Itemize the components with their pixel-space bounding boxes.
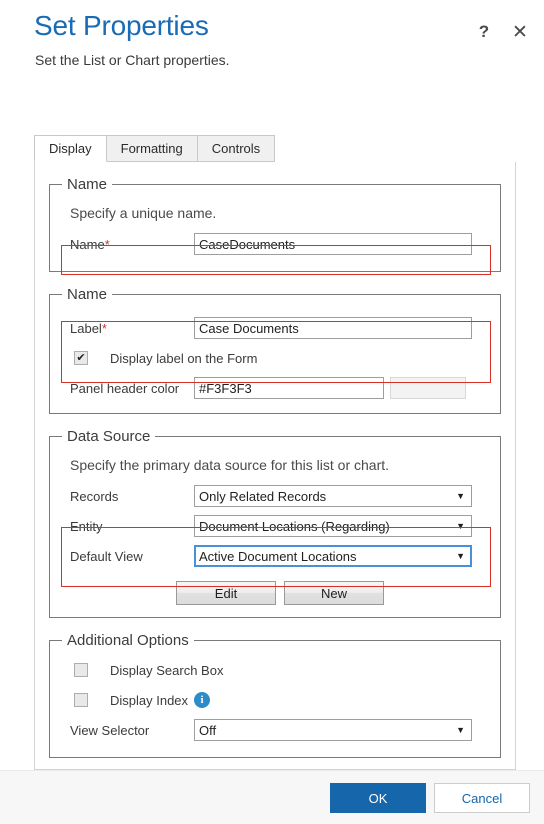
display-label-checkbox-row: Display label on the Form	[60, 343, 490, 373]
panel-header-color-swatch[interactable]	[390, 377, 466, 399]
tab-strip: Display Formatting Controls	[34, 135, 516, 163]
label-field-label-text: Label	[70, 320, 102, 336]
panel-header-color-label: Panel header color	[70, 380, 180, 396]
records-select[interactable]: Only Related Records ▼	[194, 485, 472, 507]
default-view-label: Default View	[70, 548, 143, 564]
view-selector-label: View Selector	[70, 722, 150, 738]
display-index-label: Display Index	[110, 692, 189, 708]
display-index-checkbox[interactable]	[74, 693, 88, 707]
entity-select[interactable]: Document Locations (Regarding) ▼	[194, 515, 472, 537]
new-button[interactable]: New	[284, 581, 384, 605]
close-icon[interactable]: ✕	[510, 22, 530, 43]
panel-header-color-row: Panel header color	[60, 373, 490, 403]
default-view-row: Default View Active Document Locations ▼	[60, 541, 490, 571]
chevron-down-icon: ▼	[456, 725, 465, 735]
section-data-source: Data Source Specify the primary data sou…	[49, 428, 501, 618]
display-label-checkbox[interactable]	[74, 351, 88, 365]
display-search-box-label: Display Search Box	[110, 662, 224, 678]
default-view-select-value: Active Document Locations	[199, 548, 357, 564]
data-source-button-row: Edit New	[60, 581, 490, 605]
display-index-row: Display Index i	[60, 685, 490, 715]
chevron-down-icon: ▼	[456, 491, 465, 501]
tab-controls-label: Controls	[211, 141, 261, 156]
tab-formatting[interactable]: Formatting	[105, 135, 198, 162]
name-field-row: Name*	[60, 229, 490, 259]
view-selector-select[interactable]: Off ▼	[194, 719, 472, 741]
entity-label: Entity	[70, 518, 103, 534]
display-label-checkbox-label: Display label on the Form	[110, 350, 258, 366]
display-tab-content: Name Specify a unique name. Name* Name L…	[35, 162, 515, 769]
name-field-label-text: Name	[70, 236, 105, 252]
panel-header-color-input[interactable]	[194, 377, 384, 399]
display-tab-panel: Name Specify a unique name. Name* Name L…	[34, 162, 516, 770]
tab-display[interactable]: Display	[34, 135, 107, 162]
chevron-down-icon: ▼	[456, 521, 465, 531]
records-label: Records	[70, 488, 119, 504]
label-field-row: Label*	[60, 313, 490, 343]
name-required-marker: *	[104, 236, 110, 252]
page-subtitle: Set the List or Chart properties.	[35, 52, 230, 68]
section-name-unique: Name Specify a unique name. Name*	[49, 176, 501, 275]
info-circle-icon[interactable]: i	[194, 692, 211, 708]
section-name-label-legend: Name	[67, 286, 108, 303]
footer-button-group: OK Cancel	[330, 783, 530, 813]
label-field-label: Label*	[70, 321, 194, 336]
records-row: Records Only Related Records ▼	[60, 481, 490, 511]
tab-formatting-label: Formatting	[120, 141, 183, 156]
section-data-source-description: Specify the primary data source for this…	[70, 457, 390, 473]
page-title: Set Properties	[34, 10, 209, 41]
records-select-value: Only Related Records	[199, 488, 327, 504]
section-additional-options-legend: Additional Options	[67, 632, 189, 649]
section-data-source-legend: Data Source	[67, 428, 151, 445]
tab-controls[interactable]: Controls	[196, 135, 276, 162]
section-additional-options: Additional Options Display Search Box Di…	[49, 632, 501, 758]
chevron-down-icon: ▼	[456, 551, 465, 561]
entity-row: Entity Document Locations (Regarding) ▼	[60, 511, 490, 541]
entity-select-value: Document Locations (Regarding)	[199, 518, 390, 534]
display-search-box-checkbox[interactable]	[74, 663, 88, 677]
dialog-footer: OK Cancel	[0, 770, 544, 824]
set-properties-dialog: Set Properties Set the List or Chart pro…	[0, 0, 544, 824]
dialog-header: Set Properties Set the List or Chart pro…	[0, 0, 544, 100]
label-input[interactable]	[194, 317, 472, 339]
section-name-unique-description: Specify a unique name.	[70, 205, 217, 221]
name-field-label: Name*	[70, 237, 194, 252]
help-icon[interactable]: ?	[474, 22, 494, 42]
display-search-box-row: Display Search Box	[60, 655, 490, 685]
tab-display-label: Display	[49, 141, 92, 156]
ok-button[interactable]: OK	[330, 783, 426, 813]
name-input[interactable]	[194, 233, 472, 255]
edit-button[interactable]: Edit	[176, 581, 276, 605]
default-view-select[interactable]: Active Document Locations ▼	[194, 545, 472, 567]
view-selector-row: View Selector Off ▼	[60, 715, 490, 745]
cancel-button[interactable]: Cancel	[434, 783, 530, 813]
header-icon-group: ? ✕	[474, 22, 530, 43]
section-name-unique-legend: Name	[67, 176, 108, 193]
label-required-marker: *	[101, 320, 107, 336]
view-selector-value: Off	[199, 722, 217, 738]
section-name-label: Name Label* Display label on the Form Pa…	[49, 286, 501, 414]
